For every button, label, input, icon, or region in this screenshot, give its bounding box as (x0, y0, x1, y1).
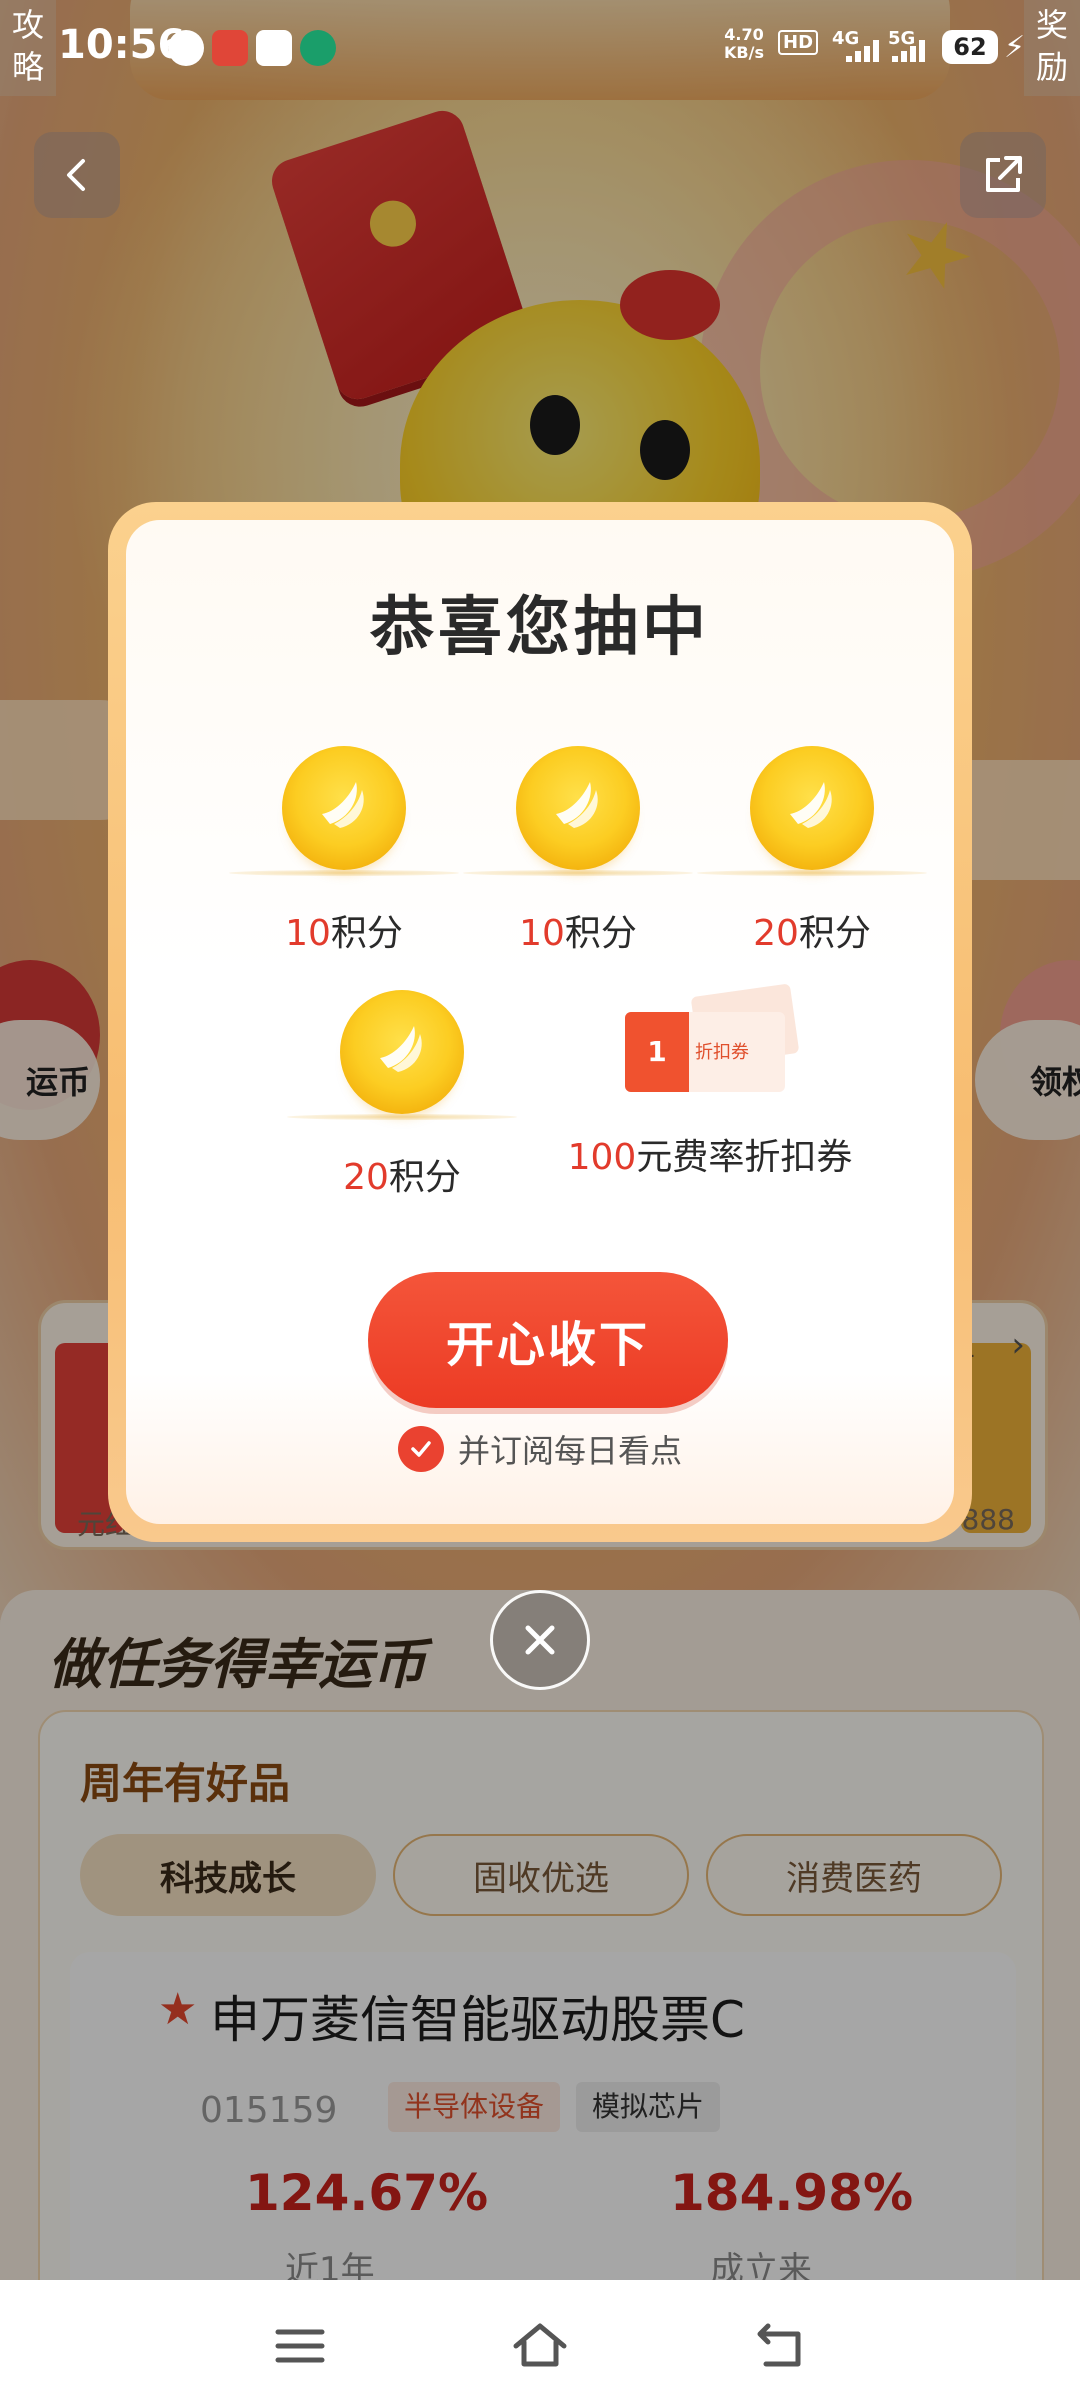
network-speed-value: 4.70 (724, 25, 764, 44)
prize-item: 10积分 (458, 746, 698, 956)
prize-amount: 10 (519, 913, 565, 954)
strategy-corner-label[interactable]: 攻 略 (0, 0, 56, 96)
menu-icon[interactable] (270, 2316, 330, 2376)
network-speed-unit: KB/s (724, 43, 764, 62)
prize-unit: 积分 (388, 1157, 461, 1198)
prize-label: 10积分 (458, 904, 698, 956)
close-icon (525, 1625, 555, 1655)
prize-amount: 20 (343, 1157, 389, 1198)
signal-bars-icon (892, 40, 932, 62)
check-icon[interactable] (397, 1426, 444, 1472)
prize-modal: 恭喜您抽中 10积分 10积分 20积分 20积分 1 折扣券 100元费率折扣… (108, 502, 972, 1542)
modal-title: 恭喜您抽中 (370, 591, 710, 665)
coin-shadow (287, 1114, 517, 1120)
chevron-left-icon (67, 159, 85, 191)
home-icon[interactable] (510, 2316, 570, 2376)
prize-amount: 100 (567, 1137, 637, 1178)
coin-shadow (463, 870, 693, 876)
prize-amount: 10 (285, 913, 331, 954)
subscribe-label: 并订阅每日看点 (457, 1432, 682, 1470)
notification-app-icon (212, 30, 248, 66)
prize-unit: 积分 (330, 913, 403, 954)
notification-app-icon (300, 30, 336, 66)
prize-item: 10积分 (224, 746, 464, 956)
prize-label: 100元费率折扣券 (530, 1128, 890, 1180)
coupon-value: 1 (625, 1012, 689, 1092)
prize-amount: 20 (753, 913, 799, 954)
battery-icon: 62 (942, 30, 998, 64)
corner-right-text: 奖 励 (1035, 6, 1068, 86)
subscribe-checkbox-row[interactable]: 并订阅每日看点 (126, 1426, 954, 1472)
signal-bars-icon (846, 40, 886, 62)
prize-label: 20积分 (282, 1148, 522, 1200)
reward-corner-label[interactable]: 奖 励 (1024, 0, 1080, 96)
prize-item: 20积分 (692, 746, 932, 956)
points-coin-icon (750, 746, 874, 870)
back-button[interactable] (34, 132, 120, 218)
prize-unit: 积分 (798, 913, 871, 954)
charging-icon: ⚡ (1004, 30, 1026, 65)
prize-modal-body: 恭喜您抽中 10积分 10积分 20积分 20积分 1 折扣券 100元费率折扣… (126, 520, 954, 1524)
coupon-front: 1 折扣券 (625, 1012, 785, 1092)
prize-unit: 元费率折扣券 (636, 1137, 853, 1178)
coin-shadow (697, 870, 927, 876)
network-speed: 4.70 KB/s (724, 26, 764, 62)
accept-button[interactable]: 开心收下 (368, 1272, 728, 1408)
coupon-text: 折扣券 (695, 1042, 749, 1063)
share-button[interactable] (960, 132, 1046, 218)
share-icon (986, 156, 1022, 192)
back-icon[interactable] (750, 2316, 810, 2376)
prize-label: 10积分 (224, 904, 464, 956)
discount-coupon-icon: 1 折扣券 (625, 983, 800, 1100)
hd-icon: HD (778, 30, 819, 55)
coin-shadow (229, 870, 459, 876)
system-nav-bar (0, 2280, 1080, 2404)
points-coin-icon (516, 746, 640, 870)
prize-label: 20积分 (692, 904, 932, 956)
clock: 10:56 (58, 22, 186, 68)
points-coin-icon (340, 990, 464, 1114)
prize-unit: 积分 (564, 913, 637, 954)
message-icon (168, 30, 204, 66)
prize-item: 20积分 (282, 990, 522, 1200)
corner-left-text: 攻 略 (11, 6, 44, 86)
points-coin-icon (282, 746, 406, 870)
close-button[interactable] (490, 1590, 590, 1690)
status-bar: 攻 略 10:56 4.70 KB/s HD 4G 5G 62 ⚡ 奖 励 (0, 0, 1080, 96)
prize-item: 1 折扣券 100元费率折扣券 (530, 983, 890, 1180)
notification-app-icon (256, 30, 292, 66)
